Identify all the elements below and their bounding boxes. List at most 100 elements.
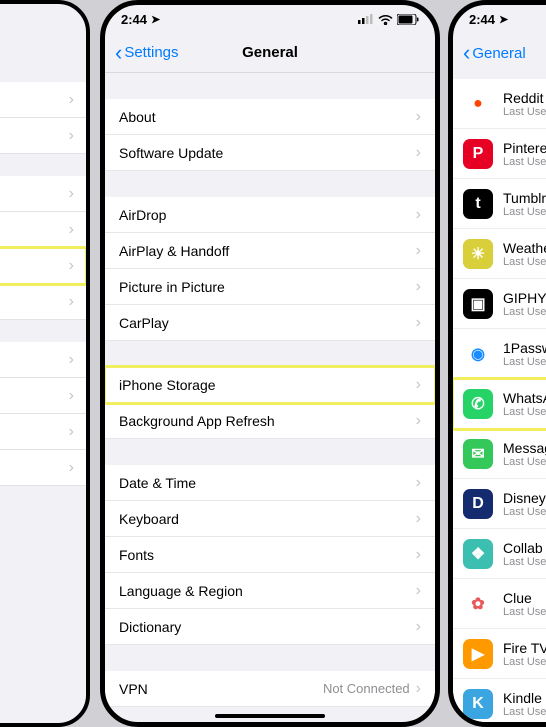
settings-row[interactable]: CarPlay› xyxy=(105,305,435,341)
app-row[interactable]: ✿ClueLast Used: xyxy=(453,579,546,629)
settings-row[interactable]: Software Update› xyxy=(105,135,435,171)
app-name: Tumblr xyxy=(503,190,546,206)
app-icon: ❖ xyxy=(463,539,493,569)
app-row[interactable]: ✉ MessagesLast Used: xyxy=(453,429,546,479)
chevron-right-icon: › xyxy=(69,221,74,239)
app-icon: K xyxy=(463,689,493,719)
status-time: 2:44 ➤ xyxy=(469,12,508,27)
app-row[interactable]: KKindleLast Used: xyxy=(453,679,546,727)
chevron-right-icon: › xyxy=(69,257,74,275)
chevron-right-icon: › xyxy=(69,127,74,145)
app-text: PinterestLast Used: xyxy=(503,140,546,168)
app-icon: P xyxy=(463,139,493,169)
left-row[interactable]: › xyxy=(0,118,86,154)
app-sub: Last Used: xyxy=(503,606,546,618)
left-row[interactable]: › xyxy=(0,284,86,320)
nav-bar: ‹ General xyxy=(453,33,546,73)
app-row[interactable]: P PinterestLast Used: xyxy=(453,129,546,179)
phone-right-partial: 2:44 ➤ ‹ General ●RedditLast Used: P Pinte… xyxy=(448,0,546,727)
app-row[interactable]: ●RedditLast Used: xyxy=(453,79,546,129)
left-row[interactable]: › xyxy=(0,212,86,248)
phone-center: 2:44 ➤ ‹ Settings General About›Software… xyxy=(100,0,440,727)
app-row[interactable]: tTumblrLast Used: xyxy=(453,179,546,229)
row-label: CarPlay xyxy=(119,315,416,331)
app-name: Disney+ xyxy=(503,490,546,506)
left-row-highlighted[interactable]: › xyxy=(0,248,86,284)
settings-row[interactable]: Background App Refresh› xyxy=(105,403,435,439)
app-text: Disney+Last Used: xyxy=(503,490,546,518)
chevron-right-icon: › xyxy=(416,546,421,564)
settings-row[interactable]: VPNNot Connected› xyxy=(105,671,435,707)
left-row[interactable]: › xyxy=(0,342,86,378)
signal-icon xyxy=(358,14,374,24)
status-time: 2:44 ➤ xyxy=(121,12,160,27)
chevron-right-icon: › xyxy=(416,242,421,260)
settings-row[interactable]: AirPlay & Handoff› xyxy=(105,233,435,269)
group-gap xyxy=(105,645,435,671)
chevron-right-icon: › xyxy=(416,206,421,224)
left-row[interactable]: › xyxy=(0,378,86,414)
location-arrow-icon: ➤ xyxy=(499,13,508,26)
app-sub: Last Used: xyxy=(503,656,546,668)
app-text: ClueLast Used: xyxy=(503,590,546,618)
left-rows: › › › › › › › › › › xyxy=(0,82,86,486)
app-row[interactable]: ✆WhatsAppLast Used: xyxy=(453,379,546,429)
chevron-right-icon: › xyxy=(416,314,421,332)
settings-row[interactable]: Language & Region› xyxy=(105,573,435,609)
app-row[interactable]: ☀WeatherLast Used: xyxy=(453,229,546,279)
app-text: MessagesLast Used: xyxy=(503,440,546,468)
settings-row[interactable]: AirDrop› xyxy=(105,197,435,233)
app-icon: ✉ xyxy=(463,439,493,469)
app-row[interactable]: ▣GIPHYLast Used: xyxy=(453,279,546,329)
app-text: CollabLast Used: xyxy=(503,540,546,568)
settings-row[interactable]: Picture in Picture› xyxy=(105,269,435,305)
app-sub: Last Used: xyxy=(503,556,546,568)
app-name: Fire TV xyxy=(503,640,546,656)
left-row[interactable]: › xyxy=(0,82,86,118)
location-arrow-icon: ➤ xyxy=(151,13,160,26)
app-name: Kindle xyxy=(503,690,546,706)
back-button[interactable]: ‹ General xyxy=(463,42,526,64)
chevron-right-icon: › xyxy=(416,144,421,162)
app-row[interactable]: DDisney+Last Used: xyxy=(453,479,546,529)
app-row[interactable]: ▶Fire TVLast Used: xyxy=(453,629,546,679)
row-label: VPN xyxy=(119,681,323,697)
chevron-right-icon: › xyxy=(416,474,421,492)
row-label: iPhone Storage xyxy=(119,377,416,393)
settings-row[interactable]: Dictionary› xyxy=(105,609,435,645)
time-text: 2:44 xyxy=(469,12,495,27)
wifi-icon xyxy=(378,14,393,25)
home-indicator[interactable] xyxy=(215,714,325,718)
app-row[interactable]: ❖ CollabLast Used: xyxy=(453,529,546,579)
app-text: 1PasswordLast Used: xyxy=(503,340,546,368)
chevron-right-icon: › xyxy=(416,108,421,126)
settings-row[interactable]: Fonts› xyxy=(105,537,435,573)
back-button[interactable]: ‹ Settings xyxy=(115,42,179,64)
settings-row[interactable]: Keyboard› xyxy=(105,501,435,537)
left-row[interactable]: › xyxy=(0,414,86,450)
settings-row[interactable]: About› xyxy=(105,99,435,135)
app-text: WeatherLast Used: xyxy=(503,240,546,268)
app-icon: ✆ xyxy=(463,389,493,419)
app-row[interactable]: ◉1PasswordLast Used: xyxy=(453,329,546,379)
app-name: GIPHY xyxy=(503,290,546,306)
group-gap xyxy=(105,73,435,99)
nav-bar: ‹ Settings General xyxy=(105,33,435,73)
row-label: Date & Time xyxy=(119,475,416,491)
settings-row[interactable]: iPhone Storage› xyxy=(105,367,435,403)
app-sub: Last Used: xyxy=(503,106,546,118)
row-label: AirPlay & Handoff xyxy=(119,243,416,259)
status-right xyxy=(358,14,419,25)
time-text: 2:44 xyxy=(121,12,147,27)
chevron-right-icon: › xyxy=(69,185,74,203)
left-row[interactable]: › xyxy=(0,450,86,486)
back-label: General xyxy=(472,45,525,62)
chevron-right-icon: › xyxy=(69,293,74,311)
chevron-right-icon: › xyxy=(416,278,421,296)
app-icon: ● xyxy=(463,89,493,119)
chevron-right-icon: › xyxy=(69,91,74,109)
settings-row[interactable]: Date & Time› xyxy=(105,465,435,501)
left-row[interactable]: › xyxy=(0,176,86,212)
chevron-right-icon: › xyxy=(416,680,421,698)
app-name: Clue xyxy=(503,590,546,606)
